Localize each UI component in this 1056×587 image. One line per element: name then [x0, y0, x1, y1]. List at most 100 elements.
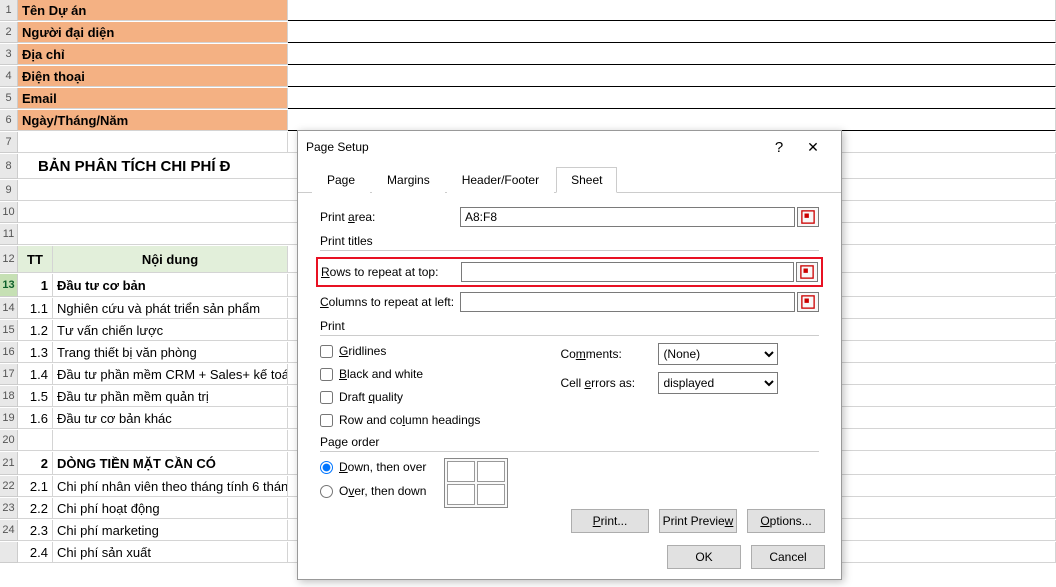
cell-nd[interactable]: DÒNG TIỀN MẶT CẦN CÓ	[53, 452, 288, 475]
row-header[interactable]: 21	[0, 452, 18, 475]
dialog-title: Page Setup	[306, 140, 765, 154]
bw-checkbox[interactable]: Black and white	[320, 365, 480, 383]
cell-tt[interactable]	[18, 430, 53, 451]
cell-nd[interactable]: Trang thiết bị văn phòng	[53, 342, 288, 363]
print-area-label: Print area:	[320, 210, 460, 224]
cell[interactable]	[288, 44, 1056, 65]
cell[interactable]	[288, 88, 1056, 109]
cell-tt[interactable]: 1.3	[18, 342, 53, 363]
over-down-radio[interactable]: Over, then down	[320, 482, 426, 500]
cell-tt[interactable]: 2.2	[18, 498, 53, 519]
rows-repeat-highlight: Rows to repeat at top:	[316, 257, 823, 287]
dialog-titlebar[interactable]: Page Setup ? ✕	[298, 131, 841, 163]
row-header[interactable]: 18	[0, 386, 18, 407]
down-over-radio[interactable]: Down, then over	[320, 458, 426, 476]
col-header-nd[interactable]: Nội dung	[53, 246, 288, 273]
cell-nd[interactable]: Chi phí hoạt động	[53, 498, 288, 519]
tab-margins[interactable]: Margins	[372, 167, 445, 193]
cell-label[interactable]: Người đại diện	[18, 22, 288, 43]
cell-tt[interactable]: 1.2	[18, 320, 53, 341]
print-section-label: Print	[320, 319, 819, 333]
cols-repeat-input[interactable]	[460, 292, 795, 312]
cell-tt[interactable]: 1.5	[18, 386, 53, 407]
row-header[interactable]: 14	[0, 298, 18, 319]
range-picker-icon[interactable]	[796, 262, 818, 282]
row-header[interactable]: 6	[0, 110, 18, 131]
row-header[interactable]: 3	[0, 44, 18, 65]
cell-nd[interactable]: Chi phí nhân viên theo tháng tính 6 thán…	[53, 476, 288, 497]
row-header[interactable]: 8	[0, 154, 18, 179]
cell[interactable]	[288, 0, 1056, 21]
gridlines-checkbox[interactable]: Gridlines	[320, 342, 480, 360]
row-header[interactable]: 4	[0, 66, 18, 87]
row-header[interactable]: 16	[0, 342, 18, 363]
close-icon[interactable]: ✕	[793, 139, 833, 156]
cell-tt[interactable]: 2.3	[18, 520, 53, 541]
cell-label[interactable]: Tên Dự án	[18, 0, 288, 21]
row-header[interactable]: 12	[0, 246, 18, 273]
row-header[interactable]: 23	[0, 498, 18, 519]
ok-button[interactable]: OK	[667, 545, 741, 569]
row-header[interactable]: 20	[0, 430, 18, 451]
cell-label[interactable]: Điện thoại	[18, 66, 288, 87]
cell-label[interactable]: Ngày/Tháng/Năm	[18, 110, 288, 131]
errors-select[interactable]: displayed	[658, 372, 778, 394]
cell[interactable]	[18, 132, 288, 153]
cell-nd[interactable]: Nghiên cứu và phát triển sản phẩm	[53, 298, 288, 319]
col-header-tt[interactable]: TT	[18, 246, 53, 273]
print-titles-label: Print titles	[320, 234, 819, 248]
row-header[interactable]: 19	[0, 408, 18, 429]
comments-label: Comments:	[560, 347, 652, 361]
row-header[interactable]: 15	[0, 320, 18, 341]
cell-nd[interactable]: Chi phí sản xuất	[53, 542, 288, 563]
cell-label[interactable]: Địa chỉ	[18, 44, 288, 65]
cell[interactable]	[288, 66, 1056, 87]
help-icon[interactable]: ?	[765, 139, 793, 156]
cell[interactable]	[288, 110, 1056, 131]
rows-repeat-input[interactable]	[461, 262, 794, 282]
cell-tt[interactable]: 1.6	[18, 408, 53, 429]
options-button[interactable]: Options...	[747, 509, 825, 533]
print-area-input[interactable]	[460, 207, 795, 227]
tab-header-footer[interactable]: Header/Footer	[447, 167, 554, 193]
cell-label[interactable]: Email	[18, 88, 288, 109]
cell-tt[interactable]: 1	[18, 274, 53, 297]
comments-select[interactable]: (None)	[658, 343, 778, 365]
cancel-button[interactable]: Cancel	[751, 545, 825, 569]
print-button[interactable]: Print...	[571, 509, 649, 533]
cell-nd[interactable]: Đầu tư phần mềm CRM + Sales+ kế toán	[53, 364, 288, 385]
row-header[interactable]: 1	[0, 0, 18, 21]
errors-label: Cell errors as:	[560, 376, 652, 390]
cell-tt[interactable]: 2	[18, 452, 53, 475]
cell-nd[interactable]: Đầu tư cơ bản	[53, 274, 288, 297]
row-header[interactable]: 24	[0, 520, 18, 541]
page-setup-dialog: Page Setup ? ✕ Page Margins Header/Foote…	[297, 130, 842, 580]
cell-tt[interactable]: 1.4	[18, 364, 53, 385]
row-header[interactable]: 11	[0, 224, 18, 245]
row-header[interactable]: 10	[0, 202, 18, 223]
row-header[interactable]: 7	[0, 132, 18, 153]
range-picker-icon[interactable]	[797, 207, 819, 227]
cell-nd[interactable]: Tư vấn chiến lược	[53, 320, 288, 341]
row-header[interactable]: 5	[0, 88, 18, 109]
row-header[interactable]: 9	[0, 180, 18, 201]
row-header[interactable]: 2	[0, 22, 18, 43]
row-header[interactable]: 17	[0, 364, 18, 385]
cell-nd[interactable]: Đầu tư phần mềm quản trị	[53, 386, 288, 407]
cell-nd[interactable]: Chi phí marketing	[53, 520, 288, 541]
row-header[interactable]: 22	[0, 476, 18, 497]
row-header[interactable]: 13	[0, 274, 18, 297]
tab-page[interactable]: Page	[312, 167, 370, 193]
cell-nd[interactable]	[53, 430, 288, 451]
cell[interactable]	[288, 22, 1056, 43]
cell-nd[interactable]: Đầu tư cơ bản khác	[53, 408, 288, 429]
cell-tt[interactable]: 1.1	[18, 298, 53, 319]
tab-sheet[interactable]: Sheet	[556, 167, 617, 193]
cell-tt[interactable]: 2.4	[18, 542, 53, 563]
rowcol-checkbox[interactable]: Row and column headings	[320, 411, 480, 429]
print-preview-button[interactable]: Print Preview	[659, 509, 737, 533]
range-picker-icon[interactable]	[797, 292, 819, 312]
row-header[interactable]	[0, 542, 18, 563]
draft-checkbox[interactable]: Draft quality	[320, 388, 480, 406]
cell-tt[interactable]: 2.1	[18, 476, 53, 497]
